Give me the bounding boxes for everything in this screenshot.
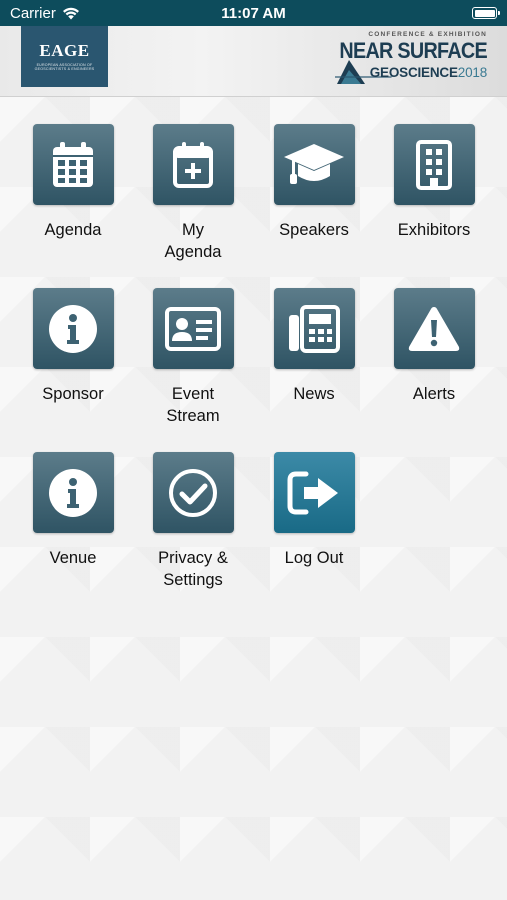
tile-label: Event Stream bbox=[166, 385, 220, 425]
tile-news[interactable]: News bbox=[254, 288, 374, 438]
sponsor-button[interactable] bbox=[32, 288, 114, 369]
calendar-icon bbox=[53, 141, 93, 187]
tile-label: Agenda bbox=[44, 221, 102, 239]
tile-exhibitors[interactable]: Exhibitors bbox=[374, 124, 494, 274]
tile-agenda[interactable]: Agenda bbox=[13, 124, 133, 274]
info-icon bbox=[49, 468, 97, 517]
speakers-button[interactable] bbox=[273, 124, 355, 205]
info-icon bbox=[49, 304, 97, 353]
tile-label: News bbox=[293, 385, 335, 403]
tile-my-agenda[interactable]: My Agenda bbox=[133, 124, 253, 274]
news-button[interactable] bbox=[273, 288, 355, 369]
tile-event-stream[interactable]: Event Stream bbox=[133, 288, 253, 438]
tile-label: My Agenda bbox=[164, 221, 222, 261]
tile-label: Speakers bbox=[279, 221, 349, 239]
alerts-button[interactable] bbox=[393, 288, 475, 369]
warning-icon bbox=[408, 306, 460, 351]
graduation-cap-icon bbox=[284, 143, 344, 184]
tile-label: Venue bbox=[49, 549, 97, 567]
calendar-plus-icon bbox=[173, 141, 213, 188]
tile-privacy-settings[interactable]: Privacy & Settings bbox=[133, 452, 253, 602]
tile-log-out[interactable]: Log Out bbox=[254, 452, 374, 602]
exhibitors-button[interactable] bbox=[393, 124, 475, 205]
menu-grid: Agenda My Agenda Speakers Exhibitors Spo… bbox=[0, 0, 507, 900]
log-out-button[interactable] bbox=[273, 452, 355, 533]
tile-label: Sponsor bbox=[42, 385, 104, 403]
fax-icon bbox=[289, 304, 340, 353]
agenda-button[interactable] bbox=[32, 124, 114, 205]
tile-venue[interactable]: Venue bbox=[13, 452, 133, 602]
my-agenda-button[interactable] bbox=[152, 124, 234, 205]
check-circle-icon bbox=[169, 468, 217, 517]
tile-label: Exhibitors bbox=[397, 221, 471, 239]
tile-speakers[interactable]: Speakers bbox=[254, 124, 374, 274]
tile-sponsor[interactable]: Sponsor bbox=[13, 288, 133, 438]
venue-button[interactable] bbox=[32, 452, 114, 533]
tile-label: Alerts bbox=[412, 385, 456, 403]
tile-label: Privacy & Settings bbox=[158, 549, 228, 589]
event-stream-button[interactable] bbox=[152, 288, 234, 369]
sign-out-icon bbox=[287, 471, 338, 514]
privacy-settings-button[interactable] bbox=[152, 452, 234, 533]
building-icon bbox=[416, 139, 452, 190]
id-card-icon bbox=[165, 306, 221, 351]
tile-alerts[interactable]: Alerts bbox=[374, 288, 494, 438]
tile-label: Log Out bbox=[284, 549, 344, 567]
